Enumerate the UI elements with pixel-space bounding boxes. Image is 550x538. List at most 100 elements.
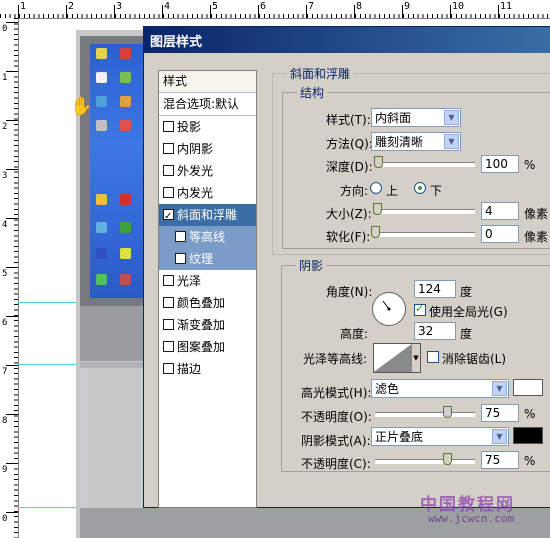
ruler-tick [66, 5, 67, 18]
ruler-label: 4 [164, 1, 171, 12]
style-checkbox[interactable] [163, 187, 174, 198]
anti-aliased-checkbox[interactable] [427, 351, 439, 363]
style-checkbox[interactable] [163, 143, 174, 154]
size-unit: 像素 [524, 207, 549, 221]
ruler-tick [6, 169, 18, 170]
highlight-color-swatch[interactable] [513, 379, 543, 396]
style-list-item[interactable]: 颜色叠加 [159, 292, 256, 314]
style-select[interactable]: 内斜面 ▼ [371, 108, 461, 127]
size-slider-track[interactable] [375, 209, 475, 214]
altitude-unit: 度 [460, 327, 473, 341]
highlight-opacity-input[interactable]: 75 [481, 404, 519, 422]
ruler-label: 1 [20, 1, 27, 12]
style-list-item[interactable]: 内发光 [159, 182, 256, 204]
soften-slider-thumb[interactable] [371, 226, 380, 238]
depth-slider-track[interactable] [375, 162, 475, 167]
depth-slider-thumb[interactable] [373, 156, 383, 168]
direction-down-radio[interactable] [414, 182, 426, 194]
direction-down-label[interactable]: 下 [430, 182, 442, 199]
depth-label: 深度(D): [326, 160, 373, 174]
style-list-item[interactable]: 图案叠加 [159, 336, 256, 358]
ruler-label: 1 [2, 73, 8, 83]
chevron-down-icon[interactable]: ▼ [412, 343, 421, 373]
style-list-item-label: 纹理 [189, 252, 214, 266]
shadow-opacity-input[interactable]: 75 [481, 451, 519, 469]
angle-dial[interactable] [372, 292, 406, 326]
style-checkbox[interactable] [163, 275, 174, 286]
style-list-item-label: 投影 [177, 120, 202, 134]
horizontal-ruler[interactable]: 1 2 3 4 5 6 7 8 9 10 11 [0, 0, 550, 19]
ruler-label: 3 [116, 1, 123, 12]
global-light-checkbox[interactable] [414, 302, 426, 316]
highlight-opacity-slider-track[interactable] [375, 412, 475, 417]
style-list-item[interactable]: 光泽 [159, 270, 256, 292]
chevron-down-icon[interactable]: ▼ [492, 429, 507, 444]
style-list-item[interactable]: 纹理 [159, 248, 256, 270]
style-checkbox[interactable] [175, 253, 186, 264]
ruler-label: 2 [2, 122, 8, 132]
style-list-item[interactable]: 描边 [159, 358, 256, 380]
shadow-mode-select[interactable]: 正片叠底 ▼ [371, 427, 509, 446]
laptop-edge-image [80, 362, 150, 368]
gloss-contour-label: 光泽等高线: [303, 352, 368, 366]
style-checkbox[interactable] [163, 206, 174, 228]
style-list-item-label: 斜面和浮雕 [177, 208, 238, 222]
ruler-tick [6, 414, 18, 415]
size-input[interactable]: 4 [481, 202, 519, 220]
shadow-opacity-label: 不透明度(C): [301, 457, 371, 471]
shadow-color-swatch[interactable] [513, 427, 543, 444]
vertical-ruler[interactable]: 0 1 2 3 4 5 6 7 8 9 0 [0, 18, 19, 538]
desktop-icon [96, 48, 107, 59]
style-list-item[interactable]: 投影 [159, 116, 256, 138]
desktop-icon [120, 194, 131, 205]
ruler-label: 6 [260, 1, 267, 12]
desktop-icon [96, 274, 107, 285]
style-list-item[interactable]: 内阴影 [159, 138, 256, 160]
dialog-titlebar[interactable]: 图层样式 [144, 27, 550, 53]
shadow-opacity-slider-thumb[interactable] [443, 453, 452, 465]
style-list-item[interactable]: 外发光 [159, 160, 256, 182]
style-list-item-label: 内发光 [177, 186, 214, 200]
global-light-label[interactable]: 使用全局光(G) [429, 303, 508, 320]
ruler-tick [6, 512, 18, 513]
altitude-input[interactable]: 32 [414, 322, 456, 340]
layer-style-dialog: 图层样式 样式 混合选项:默认 投影内阴影外发光内发光斜面和浮雕等高线纹理光泽颜… [143, 26, 550, 508]
chevron-down-icon[interactable]: ▼ [444, 134, 459, 149]
style-checkbox[interactable] [163, 341, 174, 352]
style-checkbox[interactable] [163, 319, 174, 330]
ruler-label: 9 [404, 1, 411, 12]
style-list-item[interactable]: 渐变叠加 [159, 314, 256, 336]
ruler-label: 4 [2, 220, 8, 230]
size-slider-thumb[interactable] [372, 203, 382, 215]
style-checkbox[interactable] [163, 363, 174, 374]
style-list-header[interactable]: 样式 [159, 71, 256, 93]
direction-label: 方向: [340, 184, 369, 198]
direction-up-radio[interactable] [370, 182, 382, 194]
gloss-contour-picker[interactable] [373, 343, 413, 373]
ruler-tick [258, 5, 259, 18]
style-list-item-label: 渐变叠加 [177, 318, 226, 332]
technique-select[interactable]: 雕刻清晰 ▼ [371, 132, 461, 151]
soften-slider-track[interactable] [375, 232, 475, 237]
style-checkbox[interactable] [163, 121, 174, 132]
highlight-mode-value: 滤色 [375, 382, 400, 396]
highlight-mode-select[interactable]: 滤色 ▼ [371, 379, 509, 398]
ruler-label: 2 [68, 1, 75, 12]
style-list-item[interactable]: 斜面和浮雕 [159, 204, 256, 228]
direction-up-label[interactable]: 上 [386, 182, 398, 199]
soften-input[interactable]: 0 [481, 225, 519, 243]
chevron-down-icon[interactable]: ▼ [492, 381, 507, 396]
laptop-base-image [80, 306, 150, 361]
style-checkbox[interactable] [175, 231, 186, 242]
style-checkbox[interactable] [163, 165, 174, 176]
chevron-down-icon[interactable]: ▼ [444, 110, 459, 125]
angle-input[interactable]: 124 [414, 280, 456, 298]
blend-options-item[interactable]: 混合选项:默认 [159, 93, 256, 116]
style-checkbox[interactable] [163, 297, 174, 308]
depth-input[interactable]: 100 [481, 155, 519, 173]
shadow-opacity-slider-track[interactable] [375, 459, 475, 464]
anti-aliased-label[interactable]: 消除锯齿(L) [442, 350, 506, 367]
highlight-opacity-slider-thumb[interactable] [443, 406, 452, 418]
ruler-tick [6, 218, 18, 219]
style-list-item[interactable]: 等高线 [159, 226, 256, 248]
